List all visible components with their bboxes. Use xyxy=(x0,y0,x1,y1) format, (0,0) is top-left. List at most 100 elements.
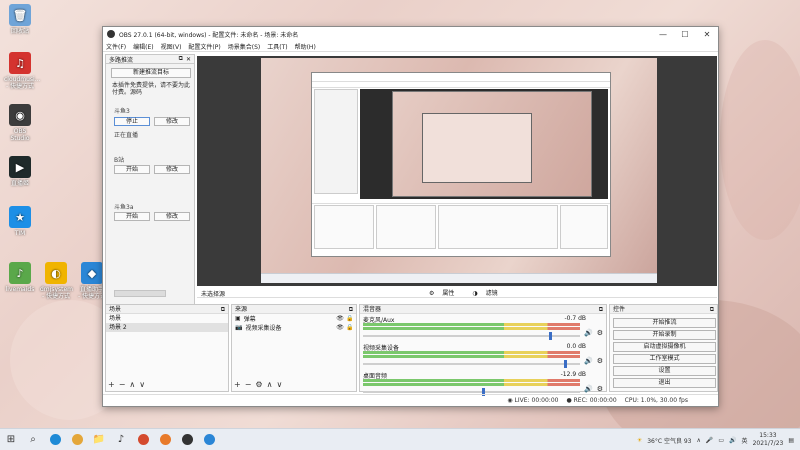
menu-profile[interactable]: 配置文件(P) xyxy=(188,42,220,51)
source-item[interactable]: ▣ 弹幕 👁 🔒 xyxy=(232,314,356,323)
mic-icon[interactable]: 🎤 xyxy=(706,437,713,444)
music-icon[interactable]: ♪ xyxy=(110,429,132,450)
start-button[interactable]: ⊞ xyxy=(0,429,22,450)
filters-button[interactable]: ◑ 滤镜 xyxy=(472,290,505,297)
desktop-icon[interactable]: 🗑 回收站 xyxy=(4,4,36,35)
preview-canvas[interactable] xyxy=(197,56,717,286)
volume-fader[interactable] xyxy=(363,335,580,337)
chevron-up-icon[interactable]: ∧ xyxy=(697,437,701,444)
volume-icon[interactable]: 🔊 xyxy=(729,437,736,444)
ime-indicator[interactable]: 英 xyxy=(742,436,748,445)
close-button[interactable]: ✕ xyxy=(696,30,718,39)
scene-item[interactable]: 场景 xyxy=(106,314,228,323)
source-item[interactable]: 📷 视频采集设备 👁 🔒 xyxy=(232,323,356,332)
app-icon: ♪ xyxy=(9,262,31,284)
menu-help[interactable]: 帮助(H) xyxy=(295,42,316,51)
menu-file[interactable]: 文件(F) xyxy=(106,42,126,51)
remove-source-icon[interactable]: − xyxy=(245,380,252,389)
minimize-button[interactable]: — xyxy=(652,30,674,39)
add-scene-icon[interactable]: + xyxy=(108,380,115,389)
dock-float-icon[interactable]: ⧉ xyxy=(179,55,183,63)
mixer-channels: 麦克风/Aux -0.7 dB 🔊 ⚙ 视频采集设备 0.0 dB 🔊 ⚙ 桌面音频 -12.9 … xyxy=(360,314,606,398)
target-edit-button[interactable]: 修改 xyxy=(154,212,190,221)
obs-taskbar-icon[interactable] xyxy=(176,429,198,450)
new-target-button[interactable]: 新建推流目标 xyxy=(111,68,191,78)
speaker-icon[interactable]: 🔊 xyxy=(584,385,593,393)
target-edit-button[interactable]: 修改 xyxy=(154,117,190,126)
start-recording-button[interactable]: 开始录制 xyxy=(613,330,716,340)
add-source-icon[interactable]: + xyxy=(234,380,241,389)
studio-mode-button[interactable]: 工作室模式 xyxy=(613,354,716,364)
move-up-icon[interactable]: ∧ xyxy=(129,380,135,389)
eye-icon[interactable]: 👁 xyxy=(336,315,344,322)
exit-button[interactable]: 退出 xyxy=(613,378,716,388)
menu-edit[interactable]: 编辑(E) xyxy=(133,42,153,51)
settings-button[interactable]: 设置 xyxy=(613,366,716,376)
obs-titlebar[interactable]: OBS 27.0.1 (64-bit, windows) - 配置文件: 未命名… xyxy=(103,27,718,41)
move-down-icon[interactable]: ∨ xyxy=(139,380,145,389)
desktop-icon-label: dmjsystem - 快捷方式 xyxy=(40,286,74,300)
menu-view[interactable]: 视图(V) xyxy=(161,42,182,51)
weather-text[interactable]: 36°C 空气良 93 xyxy=(647,436,691,445)
target-start-button[interactable]: 开始 xyxy=(114,212,150,221)
source-list: ▣ 弹幕 👁 🔒 📷 视频采集设备 👁 🔒 xyxy=(232,314,356,332)
dock-close-icon[interactable]: ✕ xyxy=(186,56,191,63)
app-icon[interactable] xyxy=(154,429,176,450)
gear-icon[interactable]: ⚙ xyxy=(597,329,603,337)
mixer-panel: 混音器 ⧉ 麦克风/Aux -0.7 dB 🔊 ⚙ 视频采集设备 0.0 dB 🔊 ⚙ 桌面音频 -… xyxy=(359,304,607,396)
target-start-button[interactable]: 开始 xyxy=(114,165,150,174)
desktop-icon-label: cloudmusi... - 快捷方式 xyxy=(4,76,41,90)
speaker-icon[interactable]: 🔊 xyxy=(584,357,593,365)
scene-item[interactable]: 场景 2 xyxy=(106,323,228,332)
volume-fader[interactable] xyxy=(363,391,580,393)
notification-icon[interactable]: ▤ xyxy=(788,437,794,444)
gear-icon[interactable]: ⚙ xyxy=(597,385,603,393)
move-up-icon[interactable]: ∧ xyxy=(267,380,273,389)
search-icon[interactable]: ⌕ xyxy=(22,429,44,450)
mixer-channel: 麦克风/Aux -0.7 dB 🔊 ⚙ xyxy=(360,314,606,342)
target-stop-button[interactable]: 停止 xyxy=(114,117,150,126)
maximize-button[interactable]: ☐ xyxy=(674,30,696,39)
menu-scene-collection[interactable]: 场景集合(S) xyxy=(228,42,261,51)
clock[interactable]: 15:33 2021/7/23 xyxy=(753,432,784,448)
target-edit-button[interactable]: 修改 xyxy=(154,165,190,174)
dock-scrollbar[interactable] xyxy=(114,290,166,297)
desktop-icon[interactable]: ★ TIM xyxy=(4,206,36,237)
rec-status: ● REC: 00:00:00 xyxy=(566,397,617,404)
fader-knob[interactable] xyxy=(564,360,567,368)
target-name: B站 xyxy=(114,157,125,164)
properties-button[interactable]: ⚙ 属性 xyxy=(429,290,462,297)
network-icon[interactable]: ▭ xyxy=(718,437,724,444)
start-virtual-camera-button[interactable]: 启动虚拟摄像机 xyxy=(613,342,716,352)
chrome-icon[interactable] xyxy=(66,429,88,450)
folder-icon[interactable]: 📁 xyxy=(88,429,110,450)
menu-tools[interactable]: 工具(T) xyxy=(267,42,287,51)
gear-icon[interactable]: ⚙ xyxy=(255,380,262,389)
app-icon[interactable] xyxy=(132,429,154,450)
app-icon[interactable] xyxy=(198,429,220,450)
lock-icon[interactable]: 🔒 xyxy=(346,324,354,331)
pin-icon[interactable]: ⧉ xyxy=(710,305,714,314)
desktop-icon[interactable]: ♫ cloudmusi... - 快捷方式 xyxy=(4,52,41,90)
eye-icon[interactable]: 👁 xyxy=(336,324,344,331)
volume-fader[interactable] xyxy=(363,363,580,365)
gear-icon[interactable]: ⚙ xyxy=(597,357,603,365)
speaker-icon[interactable]: 🔊 xyxy=(584,329,593,337)
pin-icon[interactable]: ⧉ xyxy=(349,305,353,314)
source-name: 视频采集设备 xyxy=(245,325,282,332)
clock-date: 2021/7/23 xyxy=(752,440,784,447)
captured-obs-window xyxy=(311,72,611,257)
pin-icon[interactable]: ⧉ xyxy=(221,305,225,314)
start-streaming-button[interactable]: 开始推流 xyxy=(613,318,716,328)
desktop-icon[interactable]: ◐ dmjsystem - 快捷方式 xyxy=(40,262,74,300)
desktop-icon[interactable]: ♪ livemaids xyxy=(4,262,36,293)
obs-window: OBS 27.0.1 (64-bit, windows) - 配置文件: 未命名… xyxy=(102,26,719,407)
desktop-icon[interactable]: ◉ OBS Studio xyxy=(4,104,36,142)
move-down-icon[interactable]: ∨ xyxy=(276,380,282,389)
lock-icon[interactable]: 🔒 xyxy=(346,315,354,322)
edge-icon[interactable] xyxy=(44,429,66,450)
desktop-icon[interactable]: ▶ 直播姬 xyxy=(4,156,36,187)
pin-icon[interactable]: ⧉ xyxy=(599,305,603,314)
remove-scene-icon[interactable]: − xyxy=(119,380,126,389)
fader-knob[interactable] xyxy=(549,332,552,340)
